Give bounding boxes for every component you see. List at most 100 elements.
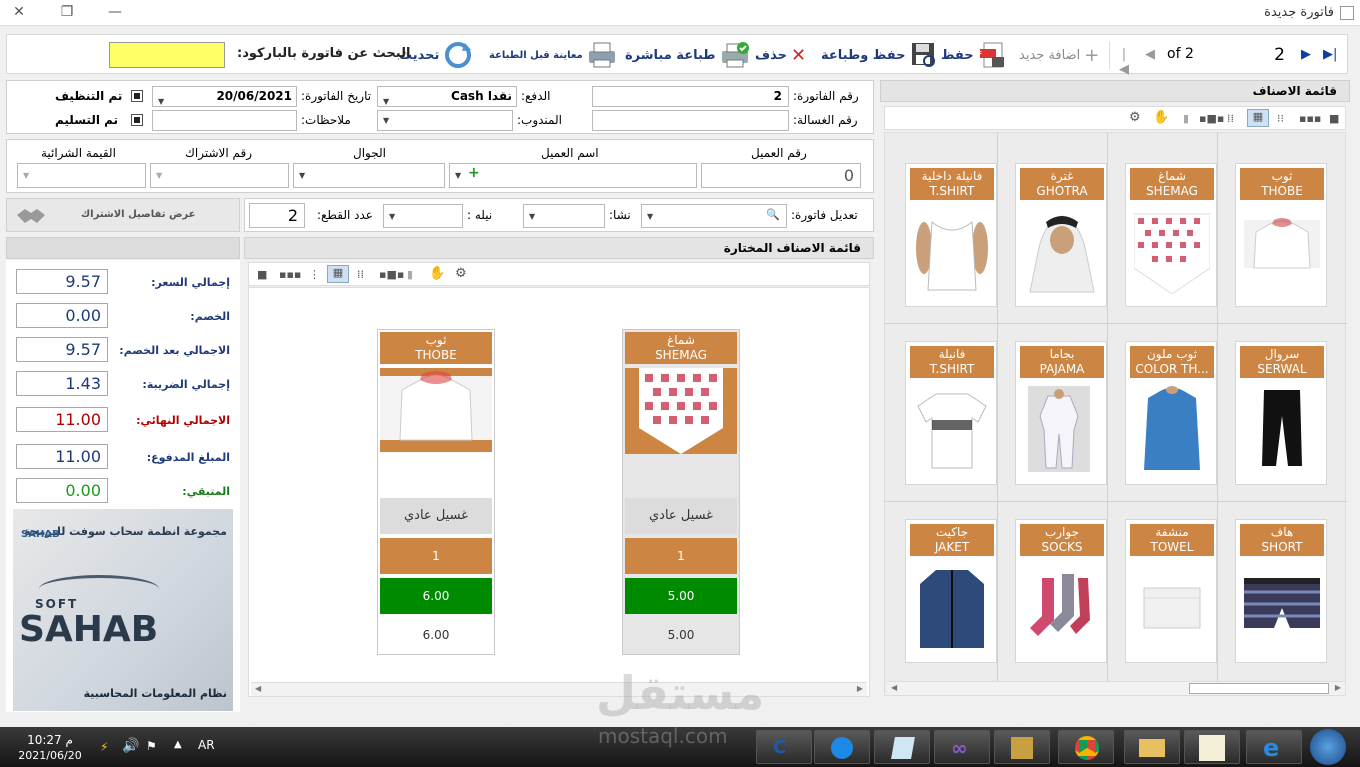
- mobile-select[interactable]: ▼: [293, 163, 445, 188]
- search-invoice-icon[interactable]: 🔍: [766, 208, 780, 221]
- view-column-icon[interactable]: ⋮: [309, 268, 320, 281]
- action-center-icon[interactable]: ⚑: [146, 739, 157, 753]
- view-row-icon[interactable]: ▪▪▪: [1299, 112, 1321, 125]
- taskbar-app-chrome[interactable]: [1058, 730, 1114, 764]
- category-card-short[interactable]: هاف SHORT: [1235, 519, 1327, 663]
- invoice-date-picker[interactable]: ▼ 20/06/2021: [152, 86, 297, 107]
- taskbar-app-tools[interactable]: [994, 730, 1050, 764]
- notes-input[interactable]: [152, 110, 297, 131]
- delete-button[interactable]: ✕ حذف: [755, 35, 806, 75]
- category-card-jaket[interactable]: جاكيت JAKET: [905, 519, 997, 663]
- categories-scrollbar[interactable]: ◀ ▶: [887, 681, 1345, 695]
- next-record-icon[interactable]: ▶: [1299, 47, 1313, 63]
- payment-select[interactable]: ▼ Cash نقدا: [377, 86, 517, 107]
- view-carousel-icon[interactable]: ▪■▪: [1199, 112, 1224, 125]
- taskbar-app-explorer[interactable]: [1124, 730, 1180, 764]
- last-record-icon[interactable]: ▶|: [1323, 47, 1337, 63]
- purchase-value-select[interactable]: ▼: [17, 163, 146, 188]
- chevron-down-icon: ▼: [299, 171, 306, 180]
- add-customer-plus-icon[interactable]: +: [468, 165, 480, 181]
- delivered-checkbox[interactable]: [131, 114, 143, 126]
- category-card-thobe[interactable]: ثوب THOBE: [1235, 163, 1327, 307]
- paid-amount-input[interactable]: 11.00: [16, 444, 108, 469]
- start-button[interactable]: [1310, 729, 1346, 765]
- subscription-number-select[interactable]: ▼: [150, 163, 289, 188]
- wash-type[interactable]: غسيل عادي: [625, 498, 737, 534]
- network-icon[interactable]: ⚡: [100, 740, 108, 754]
- invoice-number-input[interactable]: 2: [592, 86, 789, 107]
- view-tiles-icon[interactable]: ⁞⁞: [1227, 112, 1234, 125]
- view-column-icon[interactable]: ⁝⁝: [1277, 112, 1284, 125]
- category-card-undershirt[interactable]: فانيلة داخلية T.SHIRT: [905, 163, 997, 307]
- discount-input[interactable]: 0.00: [16, 303, 108, 328]
- view-single-icon[interactable]: ■: [257, 268, 267, 281]
- edit-invoice-select[interactable]: ▼ 🔍: [641, 204, 787, 228]
- indigo-select[interactable]: ▼: [383, 204, 463, 228]
- volume-icon[interactable]: 🔊: [122, 738, 139, 754]
- scroll-thumb[interactable]: [1189, 683, 1329, 694]
- save-and-print-button[interactable]: حفظ وطباعة: [821, 35, 939, 75]
- save-button[interactable]: PDF حفظ: [941, 35, 1008, 75]
- remaining-value: 0.00: [16, 478, 108, 503]
- scroll-right-icon[interactable]: ▶: [1335, 683, 1341, 692]
- taskbar-app-sahab-laundry[interactable]: [1184, 730, 1240, 764]
- category-card-towel[interactable]: منشفة TOWEL: [1125, 519, 1217, 663]
- current-record-input[interactable]: 2: [1205, 43, 1291, 67]
- starch-select[interactable]: ▼: [523, 204, 605, 228]
- gear-icon[interactable]: ⚙: [455, 266, 467, 281]
- customer-number-input[interactable]: 0: [701, 163, 861, 188]
- hand-pan-icon[interactable]: ✋: [429, 266, 445, 281]
- category-card-socks[interactable]: جوارب SOCKS: [1015, 519, 1107, 663]
- item-quantity[interactable]: 1: [380, 538, 492, 574]
- view-row-icon[interactable]: ▪▪▪: [279, 268, 301, 281]
- starch-label: نشا:: [609, 208, 631, 222]
- delegate-select[interactable]: ▼: [377, 110, 513, 131]
- tray-expand-icon[interactable]: ▲: [174, 739, 182, 750]
- barcode-search-input[interactable]: [109, 42, 225, 68]
- minimize-window-button[interactable]: —: [104, 2, 126, 22]
- view-carousel-icon[interactable]: ▪■▪: [379, 268, 404, 281]
- taskbar-app-ie[interactable]: e: [1246, 730, 1302, 764]
- gear-icon[interactable]: ⚙: [1129, 110, 1141, 125]
- selected-items-scrollbar[interactable]: ◀ ▶: [251, 682, 867, 696]
- pieces-count-input[interactable]: 2: [249, 203, 305, 228]
- customer-panel: رقم العميل 0 اسم العميل ▼ + الجوال ▼ رقم…: [6, 139, 874, 193]
- scroll-left-icon[interactable]: ◀: [255, 684, 261, 693]
- category-card-ghotra[interactable]: غترة GHOTRA: [1015, 163, 1107, 307]
- item-quantity[interactable]: 1: [625, 538, 737, 574]
- category-card-pajama[interactable]: بجاما PAJAMA: [1015, 341, 1107, 485]
- subscription-details-button[interactable]: عرض تفاصيل الاشتراك: [6, 198, 240, 232]
- view-grid-icon[interactable]: ▦: [327, 265, 349, 283]
- taskbar-app-teamviewer[interactable]: [814, 730, 870, 764]
- cleaned-checkbox[interactable]: [131, 90, 143, 102]
- category-card-tshirt[interactable]: فانيلة T.SHIRT: [905, 341, 997, 485]
- laundry-number-input[interactable]: [592, 110, 789, 131]
- view-tiles-icon[interactable]: ⁞⁞: [357, 268, 364, 281]
- add-new-button[interactable]: + اضافة جديد: [1019, 35, 1099, 75]
- scroll-left-icon[interactable]: ◀: [891, 683, 897, 692]
- wash-type[interactable]: غسيل عادي: [380, 498, 492, 534]
- scroll-right-icon[interactable]: ▶: [857, 684, 863, 693]
- selected-item-card-shemag[interactable]: شماغ SHEMAG غسيل عادي 1 5.00 5.00: [622, 329, 740, 655]
- category-card-shemag[interactable]: شماغ SHEMAG: [1125, 163, 1217, 307]
- first-record-icon[interactable]: |◀: [1117, 47, 1131, 77]
- direct-print-button[interactable]: طباعة مباشرة: [625, 35, 750, 75]
- maximize-window-button[interactable]: ❐: [56, 2, 78, 22]
- print-preview-button[interactable]: معاينة قبل الطباعة: [489, 35, 617, 75]
- language-indicator[interactable]: AR: [198, 738, 215, 752]
- close-window-button[interactable]: ✕: [8, 2, 30, 22]
- category-card-serwal[interactable]: سروال SERWAL: [1235, 341, 1327, 485]
- category-card-color-thobe[interactable]: ثوب ملون COLOR TH...: [1125, 341, 1217, 485]
- taskbar-time[interactable]: 10:27 م: [22, 733, 78, 747]
- taskbar-date[interactable]: 2021/06/20: [16, 749, 84, 762]
- hand-pan-icon[interactable]: ✋: [1153, 110, 1169, 125]
- selected-item-card-thobe[interactable]: ثوب THOBE غسيل عادي 1 6.00 6.00: [377, 329, 495, 655]
- taskbar-app-visual-studio[interactable]: ∞: [934, 730, 990, 764]
- view-grid-icon[interactable]: ▦: [1247, 109, 1269, 127]
- customer-name-select[interactable]: ▼ +: [449, 163, 697, 188]
- item-price: 5.00: [625, 578, 737, 614]
- taskbar-app-notes[interactable]: [874, 730, 930, 764]
- view-single-icon[interactable]: ■: [1329, 112, 1339, 125]
- taskbar-app-sahab[interactable]: C: [756, 730, 812, 764]
- previous-record-icon[interactable]: ◀: [1143, 47, 1157, 63]
